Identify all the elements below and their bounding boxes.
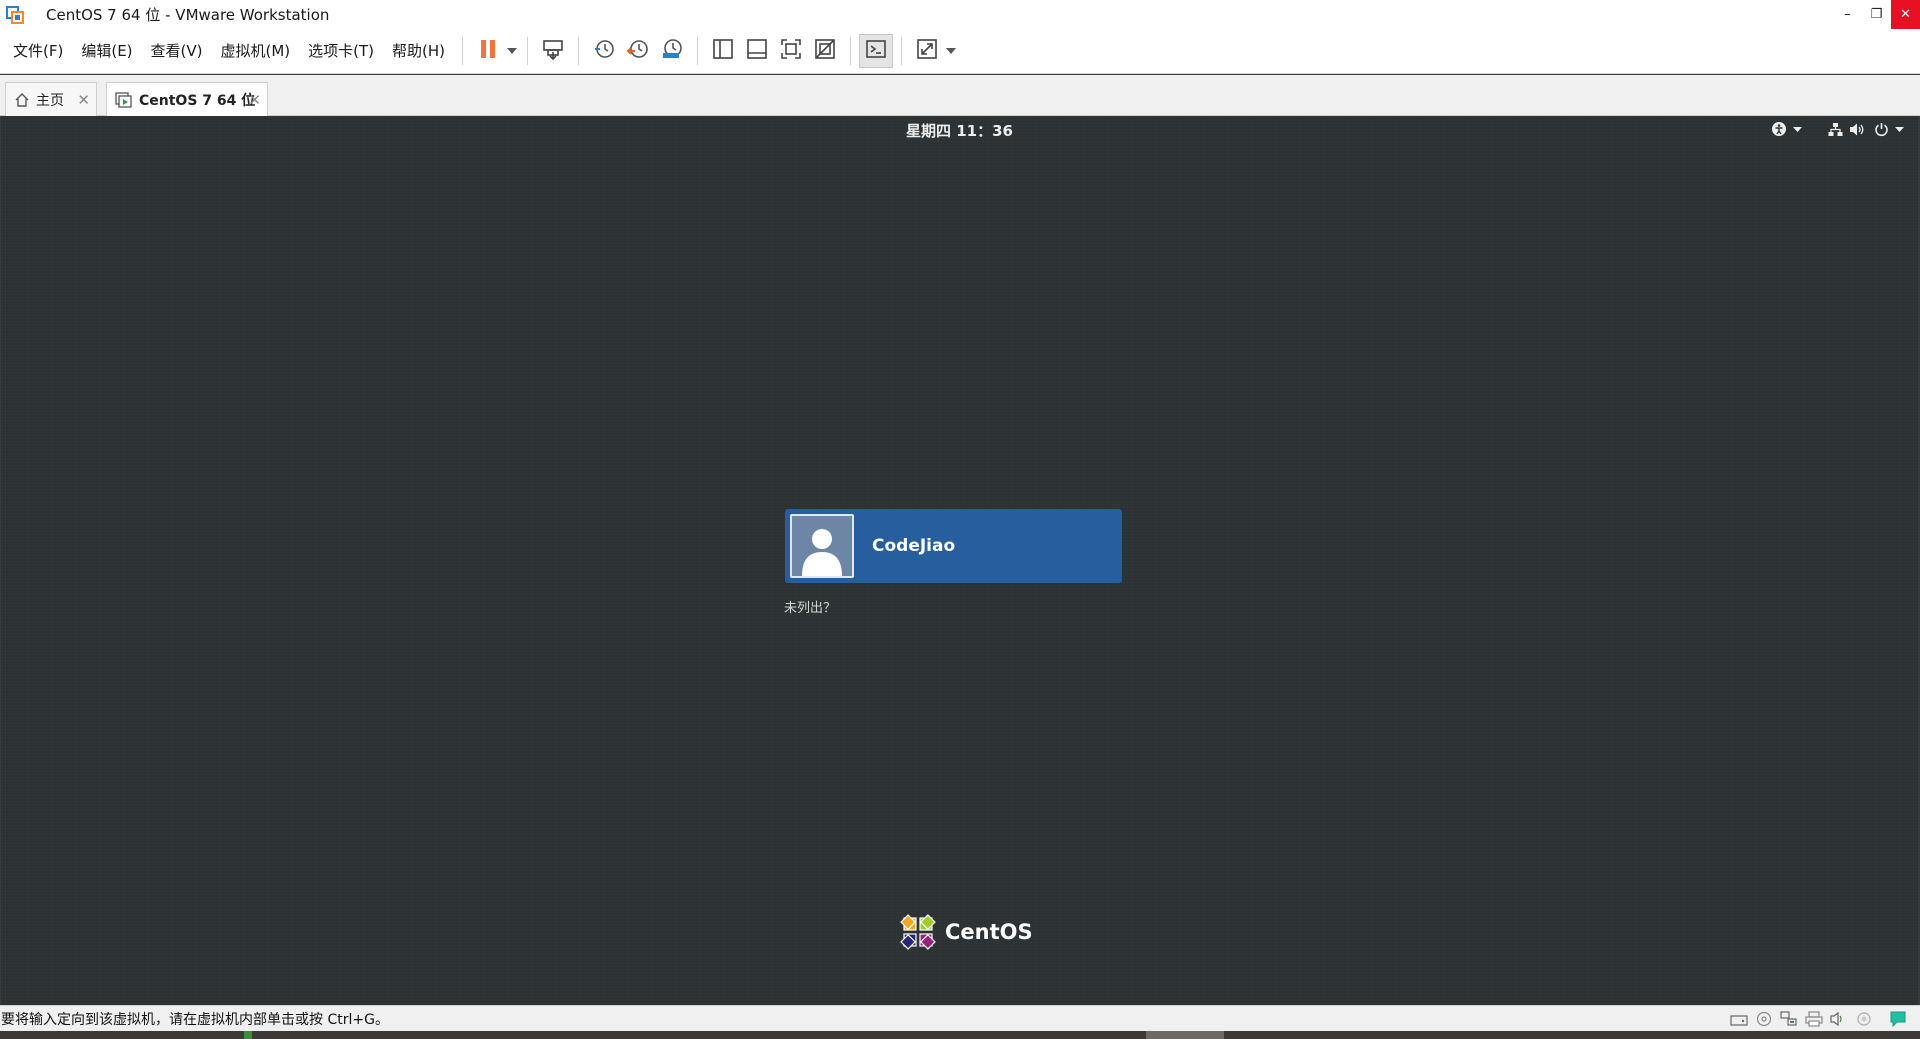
user-avatar-icon [790, 514, 854, 578]
tab-home[interactable]: 主页 ✕ [5, 82, 97, 116]
window-title: CentOS 7 64 位 - VMware Workstation [46, 6, 330, 24]
status-bar: 要将输入定向到该虚拟机，请在虚拟机内部单击或按 Ctrl+G。 [0, 1005, 1920, 1031]
toolbar-separator [901, 37, 903, 65]
centos-logo: CentOS [897, 911, 1033, 953]
stretch-guest-button[interactable] [910, 34, 944, 68]
volume-icon[interactable] [1849, 122, 1865, 137]
centos-logo-icon [900, 914, 936, 950]
chevron-down-icon[interactable] [1895, 126, 1904, 132]
stretch-dropdown[interactable] [944, 34, 958, 68]
show-thumbnail-icon [746, 38, 768, 64]
revert-snapshot-icon [626, 37, 650, 65]
menu-vm[interactable]: 虚拟机(M) [212, 36, 300, 66]
unity-button[interactable] [808, 34, 842, 68]
close-button[interactable]: ✕ [1891, 0, 1920, 29]
show-thumbnail-button[interactable] [740, 34, 774, 68]
tab-centos[interactable]: CentOS 7 64 位 ✕ [106, 82, 268, 116]
title-bar: CentOS 7 64 位 - VMware Workstation – ❐ ✕ [0, 0, 1920, 29]
pause-button[interactable] [471, 34, 505, 68]
revert-snapshot-button[interactable] [621, 34, 655, 68]
stretch-guest-icon [916, 38, 938, 64]
taskbar-strip [0, 1031, 1920, 1039]
toolbar-separator [850, 37, 852, 65]
vm-running-icon [115, 91, 133, 108]
printer-icon[interactable] [1804, 1010, 1824, 1028]
device-status-icons [1724, 1010, 1908, 1028]
console-view-button[interactable] [859, 34, 894, 68]
guest-clock[interactable]: 星期四 11：36 [1, 120, 1918, 141]
centos-logo-text: CentOS [945, 920, 1033, 944]
minimize-button[interactable]: – [1833, 0, 1862, 29]
pause-icon [478, 38, 498, 64]
chevron-down-icon [946, 48, 957, 54]
send-ctrl-alt-del-button[interactable] [536, 34, 570, 68]
menu-file[interactable]: 文件(F) [4, 36, 72, 66]
taskbar-segment [244, 1031, 252, 1039]
snapshot-icon [592, 37, 616, 65]
user-login-card[interactable]: CodeJiao [785, 509, 1122, 583]
console-view-icon [865, 38, 887, 64]
snapshot-manager-icon [660, 37, 684, 65]
show-library-icon [712, 38, 734, 64]
toolbar-separator [697, 37, 699, 65]
not-listed-link[interactable]: 未列出？ [784, 597, 836, 616]
window-controls: – ❐ ✕ [1833, 0, 1920, 29]
fullscreen-icon [780, 38, 802, 64]
toolbar-separator [527, 37, 529, 65]
chevron-down-icon [507, 48, 518, 54]
sound-card-icon[interactable] [1829, 1010, 1849, 1028]
pause-dropdown[interactable] [505, 34, 519, 68]
hard-disk-icon[interactable] [1729, 1010, 1749, 1028]
close-icon[interactable]: ✕ [77, 91, 90, 109]
menu-tabs[interactable]: 选项卡(T) [299, 36, 383, 66]
tab-home-label: 主页 [36, 92, 64, 109]
message-log-icon[interactable] [1888, 1010, 1908, 1028]
show-library-button[interactable] [706, 34, 740, 68]
close-icon[interactable]: ✕ [248, 91, 261, 109]
fullscreen-button[interactable] [774, 34, 808, 68]
vmware-app-icon[interactable] [0, 0, 29, 29]
send-ctrl-alt-del-icon [541, 37, 565, 65]
snapshot-manager-button[interactable] [655, 34, 689, 68]
chevron-down-icon[interactable] [1793, 126, 1802, 132]
toolbar-separator [578, 37, 580, 65]
restore-button[interactable]: ❐ [1862, 0, 1891, 29]
power-icon[interactable] [1874, 122, 1889, 137]
taskbar-segment [1146, 1031, 1224, 1039]
menu-view[interactable]: 查看(V) [142, 36, 212, 66]
accessibility-icon[interactable] [1771, 121, 1787, 137]
vm-console[interactable]: 星期四 11：36 CodeJiao 未列出？ CentOS [1, 116, 1918, 1005]
cd-dvd-icon[interactable] [1754, 1010, 1774, 1028]
status-message: 要将输入定向到该虚拟机，请在虚拟机内部单击或按 Ctrl+G。 [1, 1011, 389, 1028]
network-icon[interactable] [1828, 122, 1843, 137]
menu-toolbar: 文件(F) 编辑(E) 查看(V) 虚拟机(M) 选项卡(T) 帮助(H) [0, 29, 1920, 74]
usb-device-icon[interactable] [1854, 1010, 1874, 1028]
toolbar-separator [462, 37, 464, 65]
unity-icon [814, 38, 836, 64]
menu-edit[interactable]: 编辑(E) [72, 36, 141, 66]
user-name: CodeJiao [872, 536, 956, 556]
tab-bar: 主页 ✕ CentOS 7 64 位 ✕ [0, 75, 1920, 116]
home-icon [14, 92, 30, 108]
menu-help[interactable]: 帮助(H) [383, 36, 454, 66]
take-snapshot-button[interactable] [587, 34, 621, 68]
network-adapter-icon[interactable] [1779, 1010, 1799, 1028]
guest-system-tray [1765, 119, 1904, 139]
tab-centos-label: CentOS 7 64 位 [139, 92, 256, 109]
